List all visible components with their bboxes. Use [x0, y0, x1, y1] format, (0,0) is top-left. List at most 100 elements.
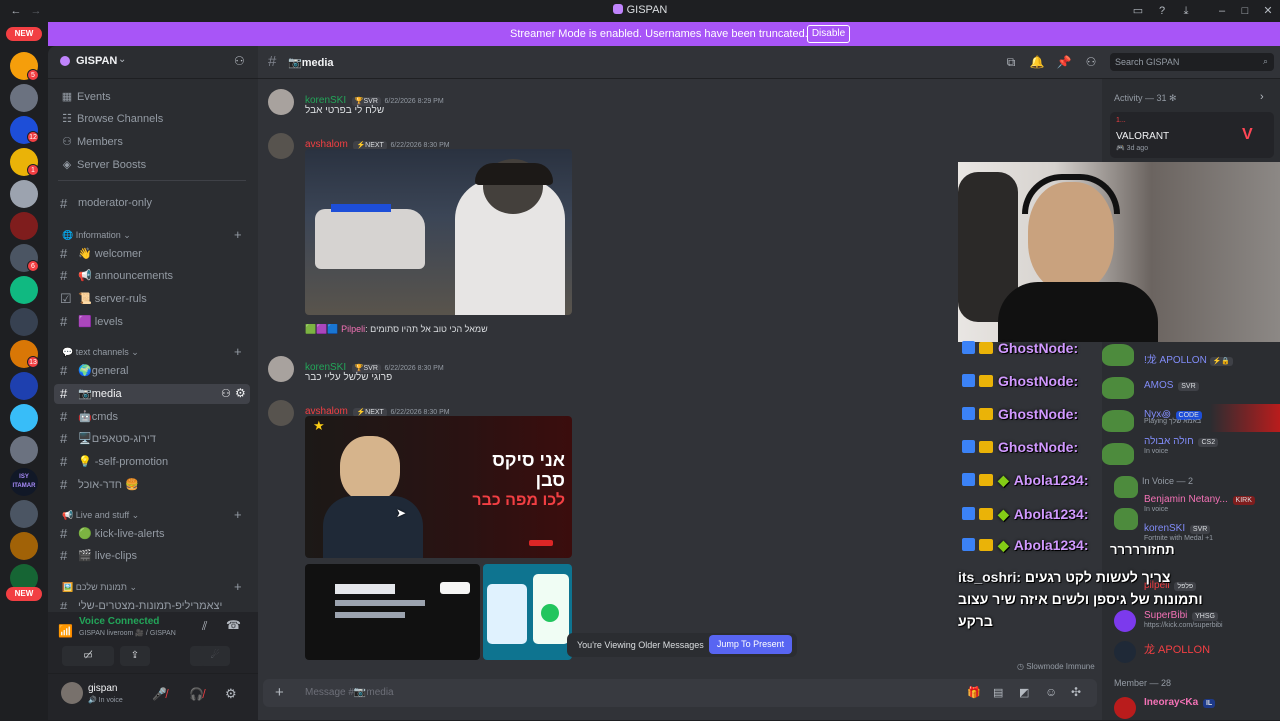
- settings-gear-icon[interactable]: ⚙: [225, 686, 237, 702]
- channel-general[interactable]: # 🌍general: [54, 361, 250, 381]
- window-title: GISPAN: [0, 4, 1280, 16]
- avatar[interactable]: [268, 89, 294, 115]
- server-icon[interactable]: [10, 212, 38, 240]
- server-header[interactable]: GISPAN ⌄ ⚇: [48, 46, 258, 79]
- message-caption: 🟩🟪🟦 Pilpeli: שמאל הכי טוב אל תהיו סתומים: [305, 324, 488, 334]
- channel-kick-live-alerts[interactable]: # 🟢 kick-live-alerts: [54, 524, 250, 544]
- maximize-icon[interactable]: □: [1237, 3, 1253, 19]
- jump-to-present-button[interactable]: Jump To Present: [709, 635, 792, 654]
- nav-server-boosts[interactable]: ◈ Server Boosts: [60, 156, 250, 176]
- channel-cmds[interactable]: # 🤖cmds: [54, 407, 250, 427]
- message-header: korenSKI 🏆SVR 6/22/2026 8:29 PM: [305, 91, 444, 106]
- sticker-icon[interactable]: ◩: [1019, 686, 1029, 699]
- channel-levels[interactable]: # 🟪 levels: [54, 312, 250, 332]
- plus-icon[interactable]: +: [275, 684, 284, 701]
- noise-suppression-icon[interactable]: ⫽: [202, 619, 207, 634]
- message-header: korenSKI 🏆SVR 6/22/2026 8:30 PM: [305, 358, 444, 373]
- activity-card[interactable]: 1... VALORANT 🎮 3d ago V: [1110, 112, 1274, 158]
- chevron-down-icon: ⌄: [118, 54, 127, 65]
- server-icon[interactable]: ISY ITAMAR: [10, 468, 38, 496]
- older-messages-text: You're Viewing Older Messages: [577, 640, 704, 650]
- close-window-icon[interactable]: ✕: [1260, 3, 1276, 19]
- image-attachment[interactable]: ★ אני סיקס סבן לכו מפה כבר: [305, 416, 572, 558]
- server-icon[interactable]: [10, 500, 38, 528]
- bell-icon[interactable]: 🔔: [1029, 55, 1045, 71]
- disconnect-icon[interactable]: ☎: [226, 618, 241, 632]
- nav-events[interactable]: ▦ Events: [60, 88, 250, 108]
- disable-button[interactable]: Disable: [807, 25, 850, 43]
- hat-shape: [475, 163, 553, 185]
- channel-drug[interactable]: # 🖥️דירוג-סטאפים: [54, 429, 250, 449]
- camera-button[interactable]: ▭̸: [62, 646, 114, 666]
- avatar[interactable]: [268, 400, 294, 426]
- server-icon[interactable]: [10, 532, 38, 560]
- gif-icon[interactable]: ▤: [993, 686, 1003, 699]
- scribble-shape: [335, 612, 405, 618]
- download-icon[interactable]: ⤓: [1178, 3, 1194, 19]
- category-emoji-icon: 📢: [62, 510, 76, 520]
- member-list-icon[interactable]: ⚇: [1083, 55, 1099, 71]
- category-information[interactable]: 🌐 Information ⌄ +: [62, 227, 242, 244]
- pin-icon[interactable]: 📌: [1056, 55, 1072, 71]
- nav-browse-channels[interactable]: ☷ Browse Channels: [60, 110, 250, 130]
- screen-share-button[interactable]: ⇪: [120, 646, 150, 666]
- voice-location[interactable]: GISPAN liveroom 🎥 / GISPAN: [79, 629, 176, 637]
- inbox-icon[interactable]: ▭: [1130, 3, 1146, 19]
- channel-kitchen[interactable]: # חדר-אוכל 🍔: [54, 475, 250, 495]
- emoji-icon[interactable]: ☺: [1045, 685, 1057, 699]
- server-icon[interactable]: [10, 404, 38, 432]
- channel-server-ruls[interactable]: ☑ 📜 server-ruls: [54, 289, 250, 309]
- gift-icon[interactable]: 🎁: [967, 686, 981, 699]
- add-channel-icon[interactable]: +: [234, 579, 242, 594]
- add-channel-icon[interactable]: +: [234, 507, 242, 522]
- server-icon[interactable]: [10, 84, 38, 112]
- server-icon[interactable]: [10, 372, 38, 400]
- image-attachment[interactable]: [483, 564, 572, 660]
- soundboard-icon: ☄: [210, 650, 220, 661]
- avatar[interactable]: [268, 356, 294, 382]
- deafen-icon[interactable]: 🎧̸: [189, 687, 204, 701]
- channel-media[interactable]: # 📷media ⚇ ⚙: [54, 384, 250, 404]
- server-icon[interactable]: [10, 308, 38, 336]
- category-photos[interactable]: 🖼️ תמונות שלכם ⌄ +: [62, 579, 242, 596]
- channel-announcements[interactable]: # 📢 announcements: [54, 266, 250, 286]
- threads-icon[interactable]: ⧉: [1003, 55, 1019, 71]
- search-input[interactable]: Search GISPAN ⌕: [1110, 53, 1274, 71]
- avatar[interactable]: [268, 133, 294, 159]
- server-icon[interactable]: [10, 180, 38, 208]
- channel-welcomer[interactable]: # 👋 welcomer: [54, 244, 250, 264]
- image-attachment[interactable]: [305, 564, 480, 660]
- channel-photos-cutoff[interactable]: # יצאמריליפ-תמונות-מצטרים-שלי: [54, 597, 250, 609]
- message-composer[interactable]: + Message #📷media 🎁 ▤ ◩ ☺ ✣: [263, 679, 1097, 707]
- police-car-shape: [315, 209, 425, 269]
- overlay-mod-icon: [962, 507, 975, 520]
- channel-live-clips[interactable]: # 🎬 live-clips: [54, 546, 250, 566]
- soundboard-button[interactable]: ☄: [200, 646, 230, 666]
- chevron-right-icon[interactable]: ›: [1260, 91, 1264, 103]
- invite-icon[interactable]: ⚇: [234, 54, 245, 68]
- avatar: [1114, 697, 1136, 719]
- category-emoji-icon: 🌐: [62, 230, 76, 240]
- mute-icon[interactable]: 🎤̸: [152, 687, 167, 701]
- image-attachment[interactable]: [305, 149, 572, 315]
- invite-icon[interactable]: ⚇: [221, 387, 231, 400]
- channel-self-promotion[interactable]: # 💡 -self-promotion: [54, 452, 250, 472]
- minimize-icon[interactable]: –: [1214, 3, 1230, 19]
- server-icon[interactable]: [10, 276, 38, 304]
- channel-moderator-only[interactable]: # moderator-only: [54, 194, 250, 214]
- help-icon[interactable]: ?: [1154, 3, 1170, 19]
- avatar[interactable]: [61, 682, 83, 704]
- add-channel-icon[interactable]: +: [234, 344, 242, 359]
- screen-share-icon: ⇪: [130, 650, 140, 661]
- server-icon[interactable]: [10, 436, 38, 464]
- category-live[interactable]: 📢 Live and stuff ⌄ +: [62, 507, 242, 524]
- nav-members[interactable]: ⚇ Members: [60, 133, 250, 153]
- overlay-crown-icon: [979, 408, 993, 420]
- activity-header[interactable]: Activity — 31 ✻: [1114, 93, 1177, 104]
- category-text-channels[interactable]: 💬 text channels ⌄ +: [62, 344, 242, 361]
- add-channel-icon[interactable]: +: [234, 227, 242, 242]
- chevron-down-icon: ⌄: [129, 582, 138, 592]
- gear-icon[interactable]: ⚙: [235, 386, 246, 400]
- apps-icon[interactable]: ✣: [1071, 685, 1081, 699]
